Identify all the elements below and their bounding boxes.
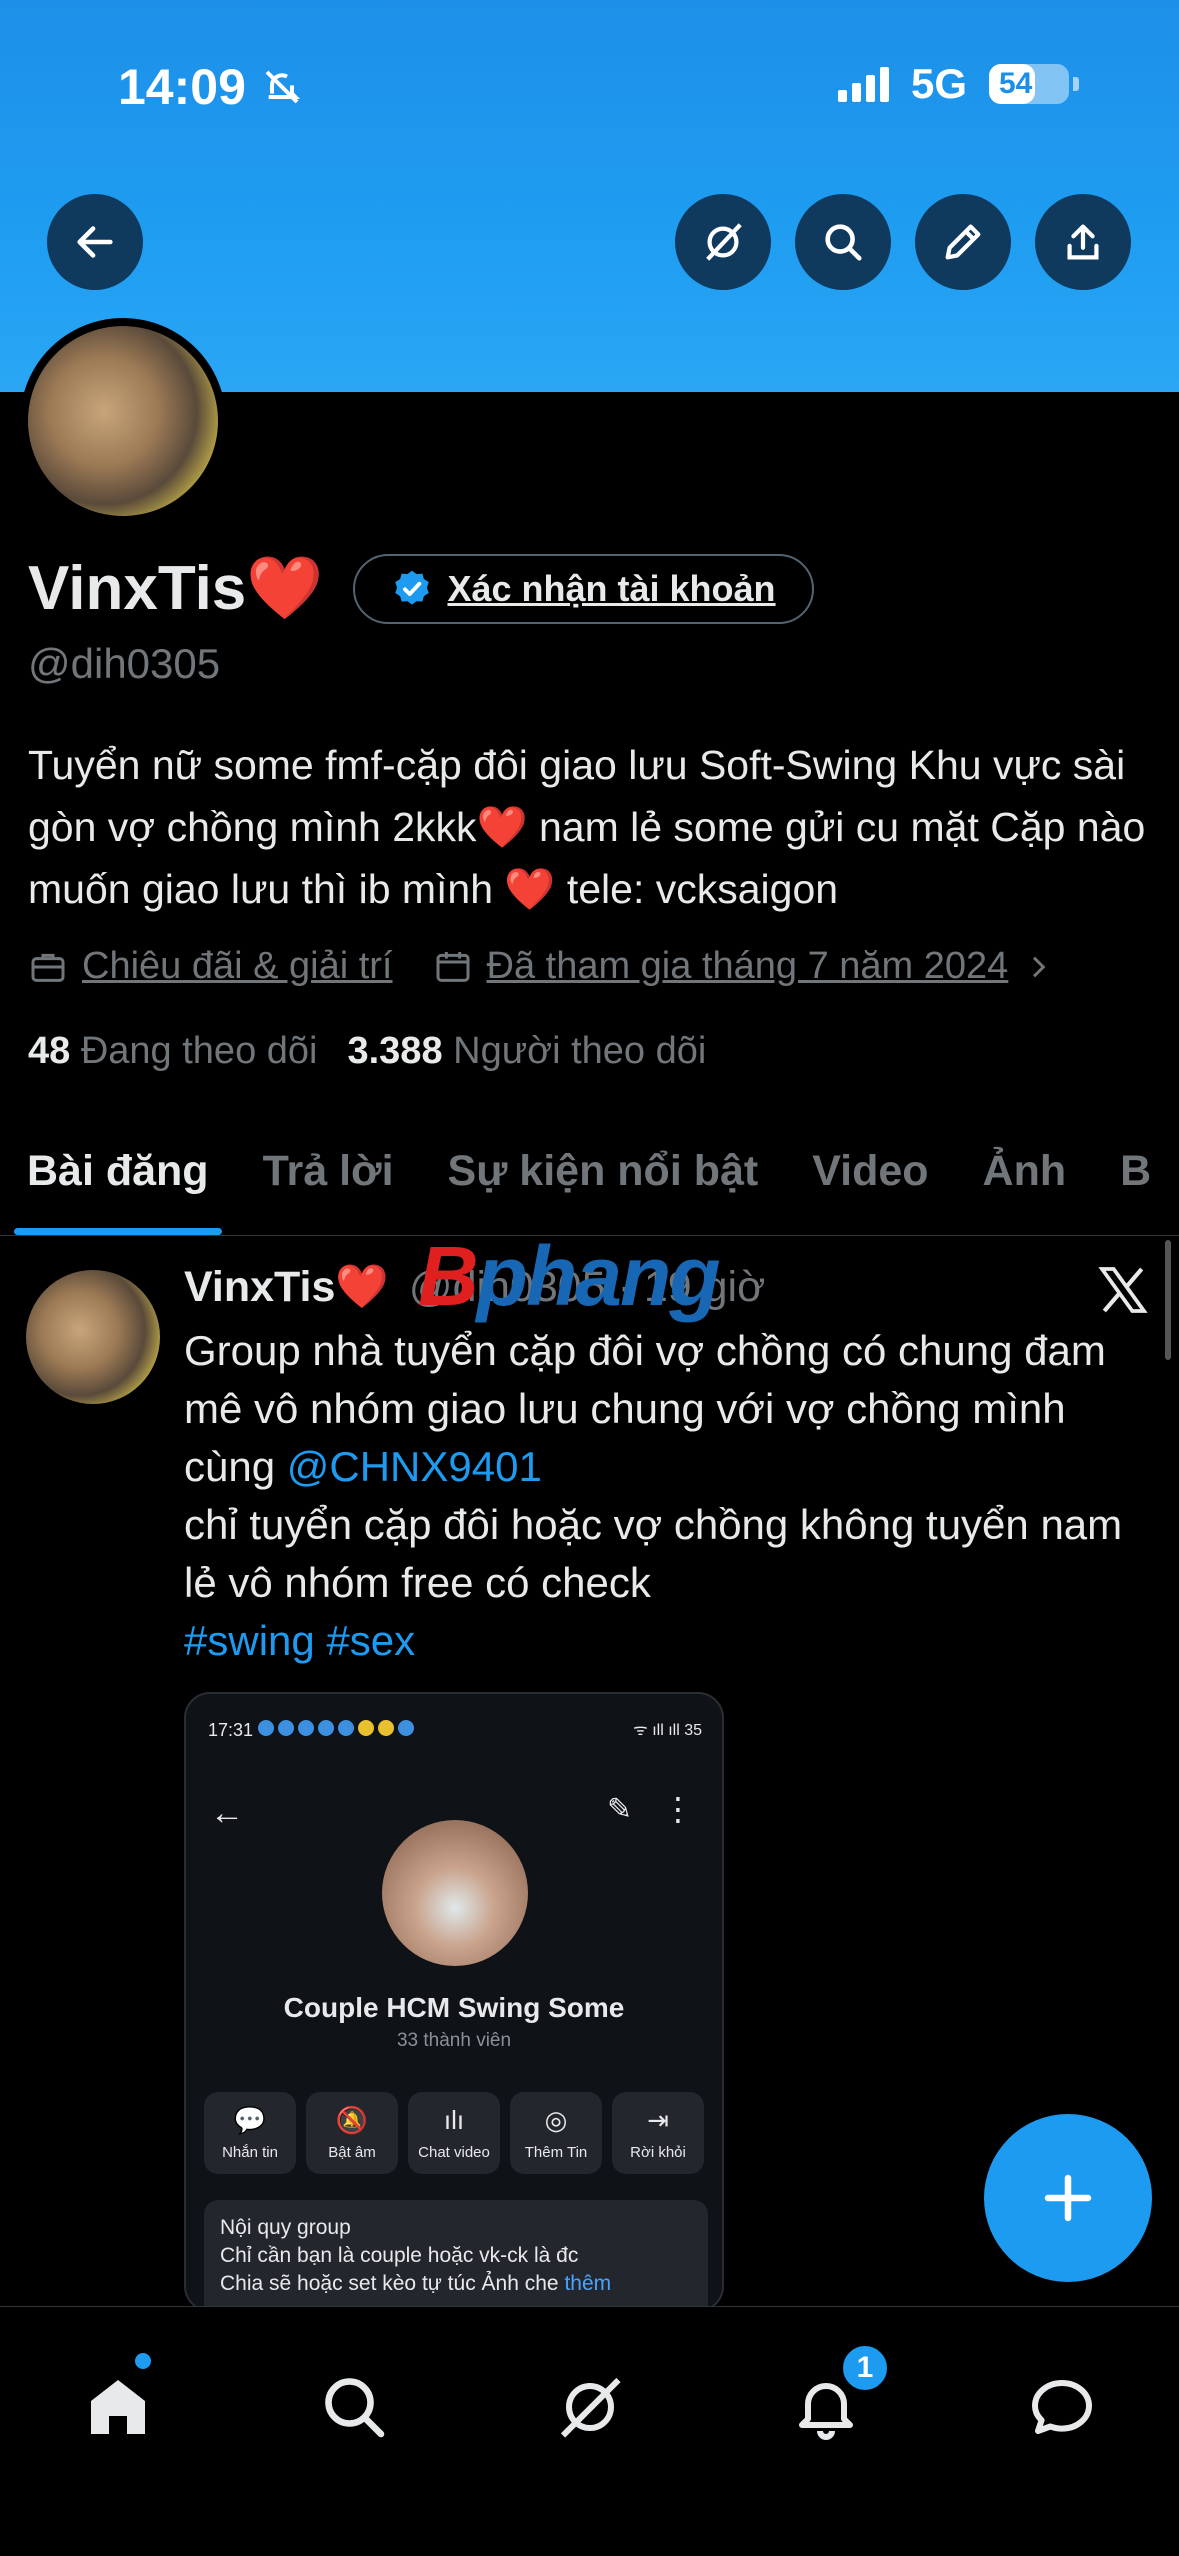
messages-icon[interactable]: [1026, 2371, 1098, 2443]
embedded-group-avatar: [382, 1820, 528, 1966]
joined-item[interactable]: Đã tham gia tháng 7 năm 2024: [433, 945, 1055, 988]
notification-badge: 1: [840, 2343, 890, 2393]
network-label: 5G: [910, 60, 967, 107]
category-label: Chiêu đãi & giải trí: [82, 945, 393, 987]
profile-avatar[interactable]: [20, 318, 226, 524]
search-icon: [825, 224, 862, 261]
back-button[interactable]: [47, 194, 143, 290]
post-text: Group nhà tuyển cặp đôi vợ chồng có chun…: [184, 1322, 1144, 1670]
embedded-actions: 💬 Nhắn tin 🔕 Bật âm ılı Chat video ◎ Thêm Ti…: [204, 2092, 704, 2174]
chat-bubble-icon: 💬: [233, 2105, 267, 2135]
profile-bio: Tuyển nữ some fmf-cặp đôi giao lưu Soft-…: [28, 742, 1146, 912]
embedded-members: 33 thành viên: [396, 2030, 512, 2051]
tab-replies[interactable]: Trả lời: [236, 1108, 421, 1235]
following-link[interactable]: 48 Đang theo dõi: [28, 1030, 317, 1073]
category-item[interactable]: Chiêu đãi & giải trí: [28, 945, 393, 988]
embedded-rules: Nội quy group Chỉ cần bạn là couple hoặc…: [204, 2200, 708, 2310]
post-hashtags[interactable]: #swing #sex: [184, 1617, 415, 1664]
joined-label: Đã tham gia tháng 7 năm 2024: [486, 945, 1009, 987]
post-mention-link[interactable]: @CHNX9401: [287, 1443, 542, 1490]
profile-tabs: Bài đăng Trả lời Sự kiện nổi bật Video Ả…: [0, 1108, 1179, 1236]
embedded-back-icon: ←: [210, 1794, 244, 1832]
verified-badge-icon: [395, 570, 430, 605]
search-button[interactable]: [795, 194, 891, 290]
embedded-battery: ᯤ ıll ıll 35: [633, 1722, 702, 1739]
edit-button[interactable]: [915, 194, 1011, 290]
bottom-nav: 1: [0, 2306, 1179, 2556]
embedded-action-leave: ⇥ Rời khỏi: [612, 2092, 704, 2174]
share-button[interactable]: [1035, 194, 1131, 290]
embedded-action-video: ılı Chat video: [408, 2092, 500, 2174]
bell-off-icon: 🔕: [335, 2105, 369, 2135]
status-time: 14:09: [118, 58, 302, 116]
audio-bars-icon: ılı: [443, 2105, 465, 2135]
embedded-time: 17:31: [208, 1720, 254, 1740]
calendar-icon: [436, 951, 469, 982]
plus-icon: [1044, 2174, 1092, 2222]
x-logo-icon[interactable]: [1095, 1262, 1151, 1318]
status-time-text: 14:09: [118, 59, 246, 115]
follow-stats: 48 Đang theo dõi 3.388 Người theo dõi: [28, 1030, 706, 1073]
bell-muted-icon: [265, 70, 301, 104]
embedded-action-unmute: 🔕 Bật âm: [306, 2092, 398, 2174]
display-name: VinxTis❤️: [28, 554, 324, 623]
arrow-left-icon: [77, 226, 113, 258]
grok-nav-icon[interactable]: [554, 2371, 626, 2443]
battery-icon: 54: [989, 64, 1069, 104]
tab-more[interactable]: B: [1093, 1108, 1178, 1235]
tab-posts[interactable]: Bài đăng: [0, 1108, 236, 1235]
verify-label: Xác nhận tài khoản: [447, 567, 776, 609]
post-text-line2: chỉ tuyển cặp đôi hoặc vợ chồng không tu…: [184, 1501, 1123, 1606]
search-nav-icon[interactable]: [318, 2371, 390, 2443]
battery-tip: [1073, 77, 1079, 91]
tab-video[interactable]: Video: [785, 1108, 955, 1235]
watermark-logo: Bphang: [418, 1229, 721, 1323]
followers-link[interactable]: 3.388 Người theo dõi: [347, 1030, 706, 1073]
post-media-image[interactable]: 17:31 ᯤ ıll ıll 35 ← ✎ ⋮ Couple HCM Swin…: [184, 1692, 724, 2312]
exit-icon: ⇥: [647, 2105, 669, 2135]
profile-handle: @dih0305: [28, 640, 221, 687]
profile-name-row: VinxTis❤️ Xác nhận tài khoản: [28, 552, 814, 625]
pencil-icon: [945, 224, 981, 260]
profile-meta: Chiêu đãi & giải trí Đã tham gia tháng 7…: [28, 945, 1094, 988]
verify-account-button[interactable]: Xác nhận tài khoản: [353, 553, 814, 624]
compose-button[interactable]: [984, 2114, 1152, 2282]
signal-icon: [837, 66, 889, 102]
grok-icon: [706, 223, 742, 261]
share-icon: [1067, 224, 1099, 260]
embedded-action-message: 💬 Nhắn tin: [204, 2092, 296, 2174]
embedded-group-name: Couple HCM Swing Some: [283, 1992, 625, 2023]
embedded-action-story: ◎ Thêm Tin: [510, 2092, 602, 2174]
home-icon[interactable]: [82, 2371, 154, 2443]
post-author-name[interactable]: VinxTis❤️: [184, 1262, 389, 1312]
scrollbar[interactable]: [1165, 1240, 1171, 1360]
grok-button[interactable]: [675, 194, 771, 290]
embedded-app-icons: [258, 1720, 414, 1736]
home-unread-dot: [135, 2353, 151, 2369]
embedded-more-icon: ⋮: [662, 1791, 694, 1827]
status-indicators: 5G 54: [837, 60, 1079, 108]
chevron-right-icon: [1033, 956, 1046, 977]
embedded-pencil-icon: ✎: [606, 1793, 632, 1826]
tab-photos[interactable]: Ảnh: [956, 1108, 1094, 1235]
tab-highlights[interactable]: Sự kiện nổi bật: [421, 1108, 786, 1235]
post-author-avatar[interactable]: [26, 1270, 160, 1404]
briefcase-icon: [31, 953, 65, 982]
story-icon: ◎: [544, 2105, 568, 2135]
